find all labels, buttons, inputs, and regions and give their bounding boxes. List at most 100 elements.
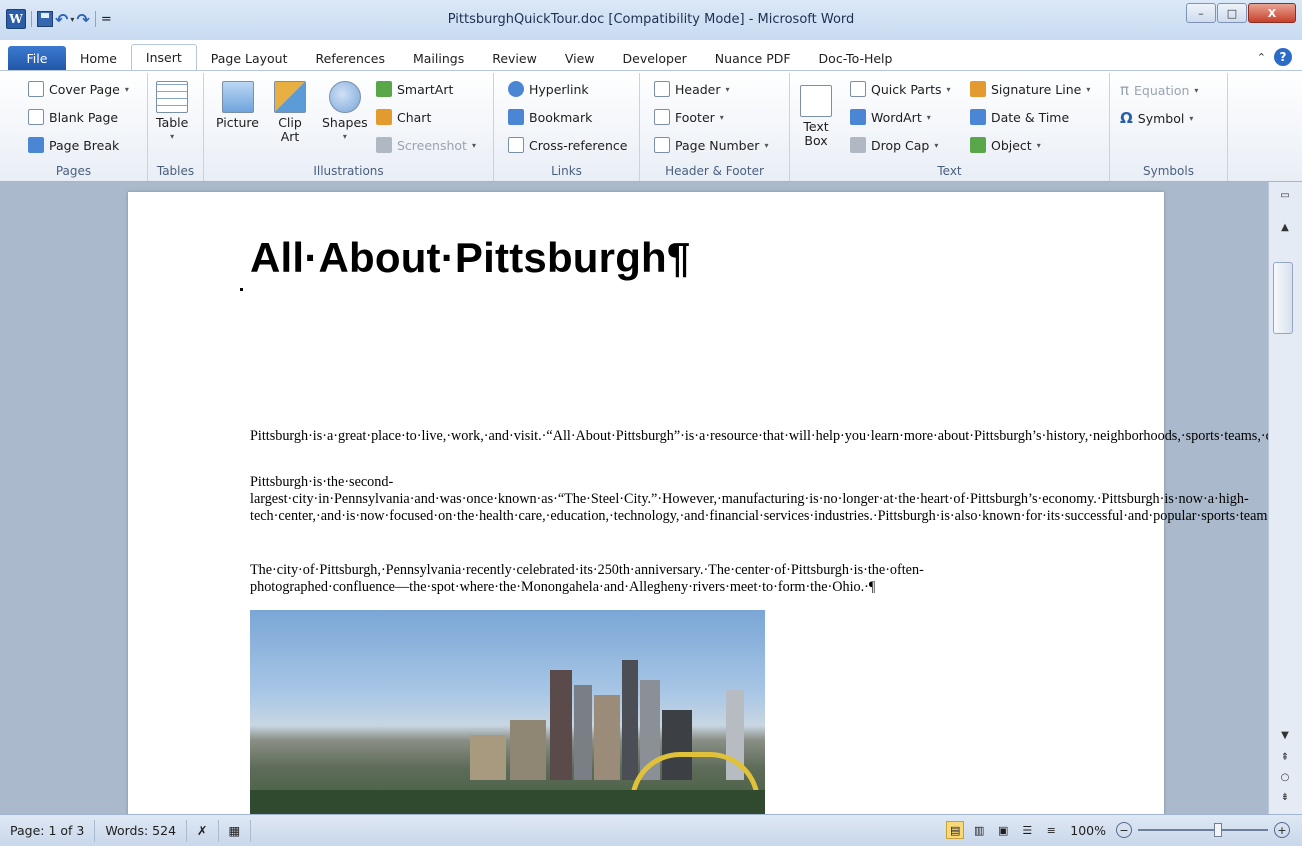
group-label-text: Text (937, 164, 962, 178)
draft-view-icon[interactable]: ≡ (1042, 821, 1060, 839)
previous-page-button[interactable]: ⇞ (1273, 748, 1297, 766)
minimize-ribbon-icon[interactable]: ⌃ (1257, 51, 1266, 64)
shapes-icon (328, 81, 361, 113)
cross-reference-icon (508, 137, 524, 153)
symbol-button[interactable]: Ω Symbol ▾ (1120, 109, 1193, 127)
table-button[interactable]: Table ▾ (156, 81, 188, 144)
object-button[interactable]: Object ▾ (970, 137, 1041, 153)
tab-references[interactable]: References (302, 46, 399, 70)
tab-right-controls: ⌃ ? (1257, 48, 1292, 66)
blank-page-button[interactable]: Blank Page (28, 109, 118, 125)
date-time-icon (970, 109, 986, 125)
blank-page-icon (28, 109, 44, 125)
equation-button[interactable]: π Equation ▾ (1120, 81, 1198, 99)
view-zoom-controls: ▤ ▥ ▣ ☰ ≡ 100% − + (946, 821, 1290, 839)
tab-file[interactable]: File (8, 46, 66, 70)
tab-home[interactable]: Home (66, 46, 131, 70)
page-break-icon (28, 137, 44, 153)
date-time-button[interactable]: Date & Time (970, 109, 1069, 125)
close-button[interactable]: X (1248, 3, 1296, 23)
zoom-slider[interactable] (1138, 823, 1268, 837)
proofing-icon[interactable]: ✗ (187, 819, 219, 842)
view-ruler-icon[interactable]: ▭ (1273, 186, 1297, 204)
wordart-button[interactable]: WordArt ▾ (850, 109, 931, 125)
hyperlink-button[interactable]: Hyperlink (508, 81, 589, 97)
page-break-button[interactable]: Page Break (28, 137, 119, 153)
pittsburgh-skyline-photo[interactable] (250, 610, 765, 814)
zoom-in-button[interactable]: + (1274, 822, 1290, 838)
zoom-out-button[interactable]: − (1116, 822, 1132, 838)
text-box-icon (800, 85, 832, 117)
picture-icon (221, 81, 254, 113)
print-layout-view-icon[interactable]: ▤ (946, 821, 965, 839)
chart-button[interactable]: Chart (376, 109, 431, 125)
text-box-button[interactable]: Text Box (800, 85, 832, 148)
smartart-button[interactable]: SmartArt (376, 81, 453, 97)
vertical-scrollbar[interactable]: ▭ ▲ ▼ ⇞ ○ ⇟ (1268, 182, 1302, 814)
scroll-down-button[interactable]: ▼ (1273, 726, 1297, 744)
paragraph-1[interactable]: Pittsburgh·is·a·great·place·to·live,·wor… (250, 428, 1268, 445)
paragraph-2[interactable]: Pittsburgh·is·the·second-largest·city·in… (250, 474, 1268, 525)
tab-view[interactable]: View (551, 46, 609, 70)
chart-icon (376, 109, 392, 125)
building (574, 685, 592, 780)
picture-button[interactable]: Picture (216, 81, 259, 130)
signature-line-button[interactable]: Signature Line ▾ (970, 81, 1090, 97)
paragraph-3[interactable]: The·city·of·Pittsburgh,·Pennsylvania·rec… (250, 562, 1050, 596)
clip-art-button[interactable]: Clip Art (274, 81, 306, 144)
group-symbols: π Equation ▾ Ω Symbol ▾ Symbols (1110, 73, 1228, 181)
tab-developer[interactable]: Developer (609, 46, 701, 70)
tab-review[interactable]: Review (478, 46, 551, 70)
object-icon (970, 137, 986, 153)
header-button[interactable]: Header ▾ (654, 81, 730, 97)
cover-page-button[interactable]: Cover Page ▾ (28, 81, 129, 97)
screenshot-icon (376, 137, 392, 153)
help-icon[interactable]: ? (1274, 48, 1292, 66)
tab-doc-to-help[interactable]: Doc-To-Help (805, 46, 907, 70)
tab-insert[interactable]: Insert (130, 44, 197, 70)
building (594, 695, 620, 780)
shapes-button[interactable]: Shapes ▾ (322, 81, 368, 144)
web-layout-view-icon[interactable]: ▣ (994, 821, 1012, 839)
minimize-button[interactable]: – (1186, 3, 1216, 23)
building (510, 720, 546, 780)
tab-page-layout[interactable]: Page Layout (197, 46, 302, 70)
tab-mailings[interactable]: Mailings (399, 46, 478, 70)
cover-page-icon (28, 81, 44, 97)
omega-icon: Ω (1120, 109, 1133, 127)
cross-reference-button[interactable]: Cross-reference (508, 137, 627, 153)
full-screen-reading-view-icon[interactable]: ▥ (970, 821, 988, 839)
header-icon (654, 81, 670, 97)
next-page-button[interactable]: ⇟ (1273, 788, 1297, 806)
text-boundary-mark (240, 288, 243, 291)
bookmark-button[interactable]: Bookmark (508, 109, 592, 125)
group-label-pages: Pages (55, 164, 92, 178)
page-count[interactable]: Page: 1 of 3 (0, 819, 96, 842)
drop-cap-button[interactable]: Drop Cap ▾ (850, 137, 938, 153)
pi-icon: π (1120, 81, 1130, 99)
group-illustrations: Picture Clip Art Shapes ▾ SmartArt Chart… (204, 73, 494, 181)
zoom-slider-knob[interactable] (1214, 823, 1222, 837)
browse-object-button[interactable]: ○ (1273, 768, 1297, 786)
scroll-up-button[interactable]: ▲ (1273, 218, 1297, 236)
document-page[interactable]: All·About·Pittsburgh¶ Pittsburgh·is·a·gr… (128, 192, 1268, 814)
word-count[interactable]: Words: 524 (95, 819, 188, 842)
footer-button[interactable]: Footer ▾ (654, 109, 724, 125)
window-controls: – □ X (1186, 3, 1296, 23)
page-number-button[interactable]: Page Number ▾ (654, 137, 768, 153)
tab-nuance-pdf[interactable]: Nuance PDF (701, 46, 805, 70)
group-tables: Table ▾ Tables (148, 73, 204, 181)
group-label-header-footer: Header & Footer (665, 164, 764, 178)
screenshot-button[interactable]: Screenshot ▾ (376, 137, 476, 153)
signature-line-icon (970, 81, 986, 97)
scroll-thumb[interactable] (1273, 262, 1293, 334)
group-label-illustrations: Illustrations (313, 164, 384, 178)
outline-view-icon[interactable]: ☰ (1018, 821, 1036, 839)
title-bar: W ↶ ▾ ↷ = PittsburghQuickTour.doc [Compat… (0, 0, 1302, 40)
document-title[interactable]: All·About·Pittsburgh¶ (250, 234, 690, 282)
macro-recording-icon[interactable]: ▦ (219, 819, 252, 842)
maximize-button[interactable]: □ (1217, 3, 1247, 23)
zoom-level[interactable]: 100% (1070, 823, 1106, 838)
page-number-icon (654, 137, 670, 153)
quick-parts-button[interactable]: Quick Parts ▾ (850, 81, 951, 97)
